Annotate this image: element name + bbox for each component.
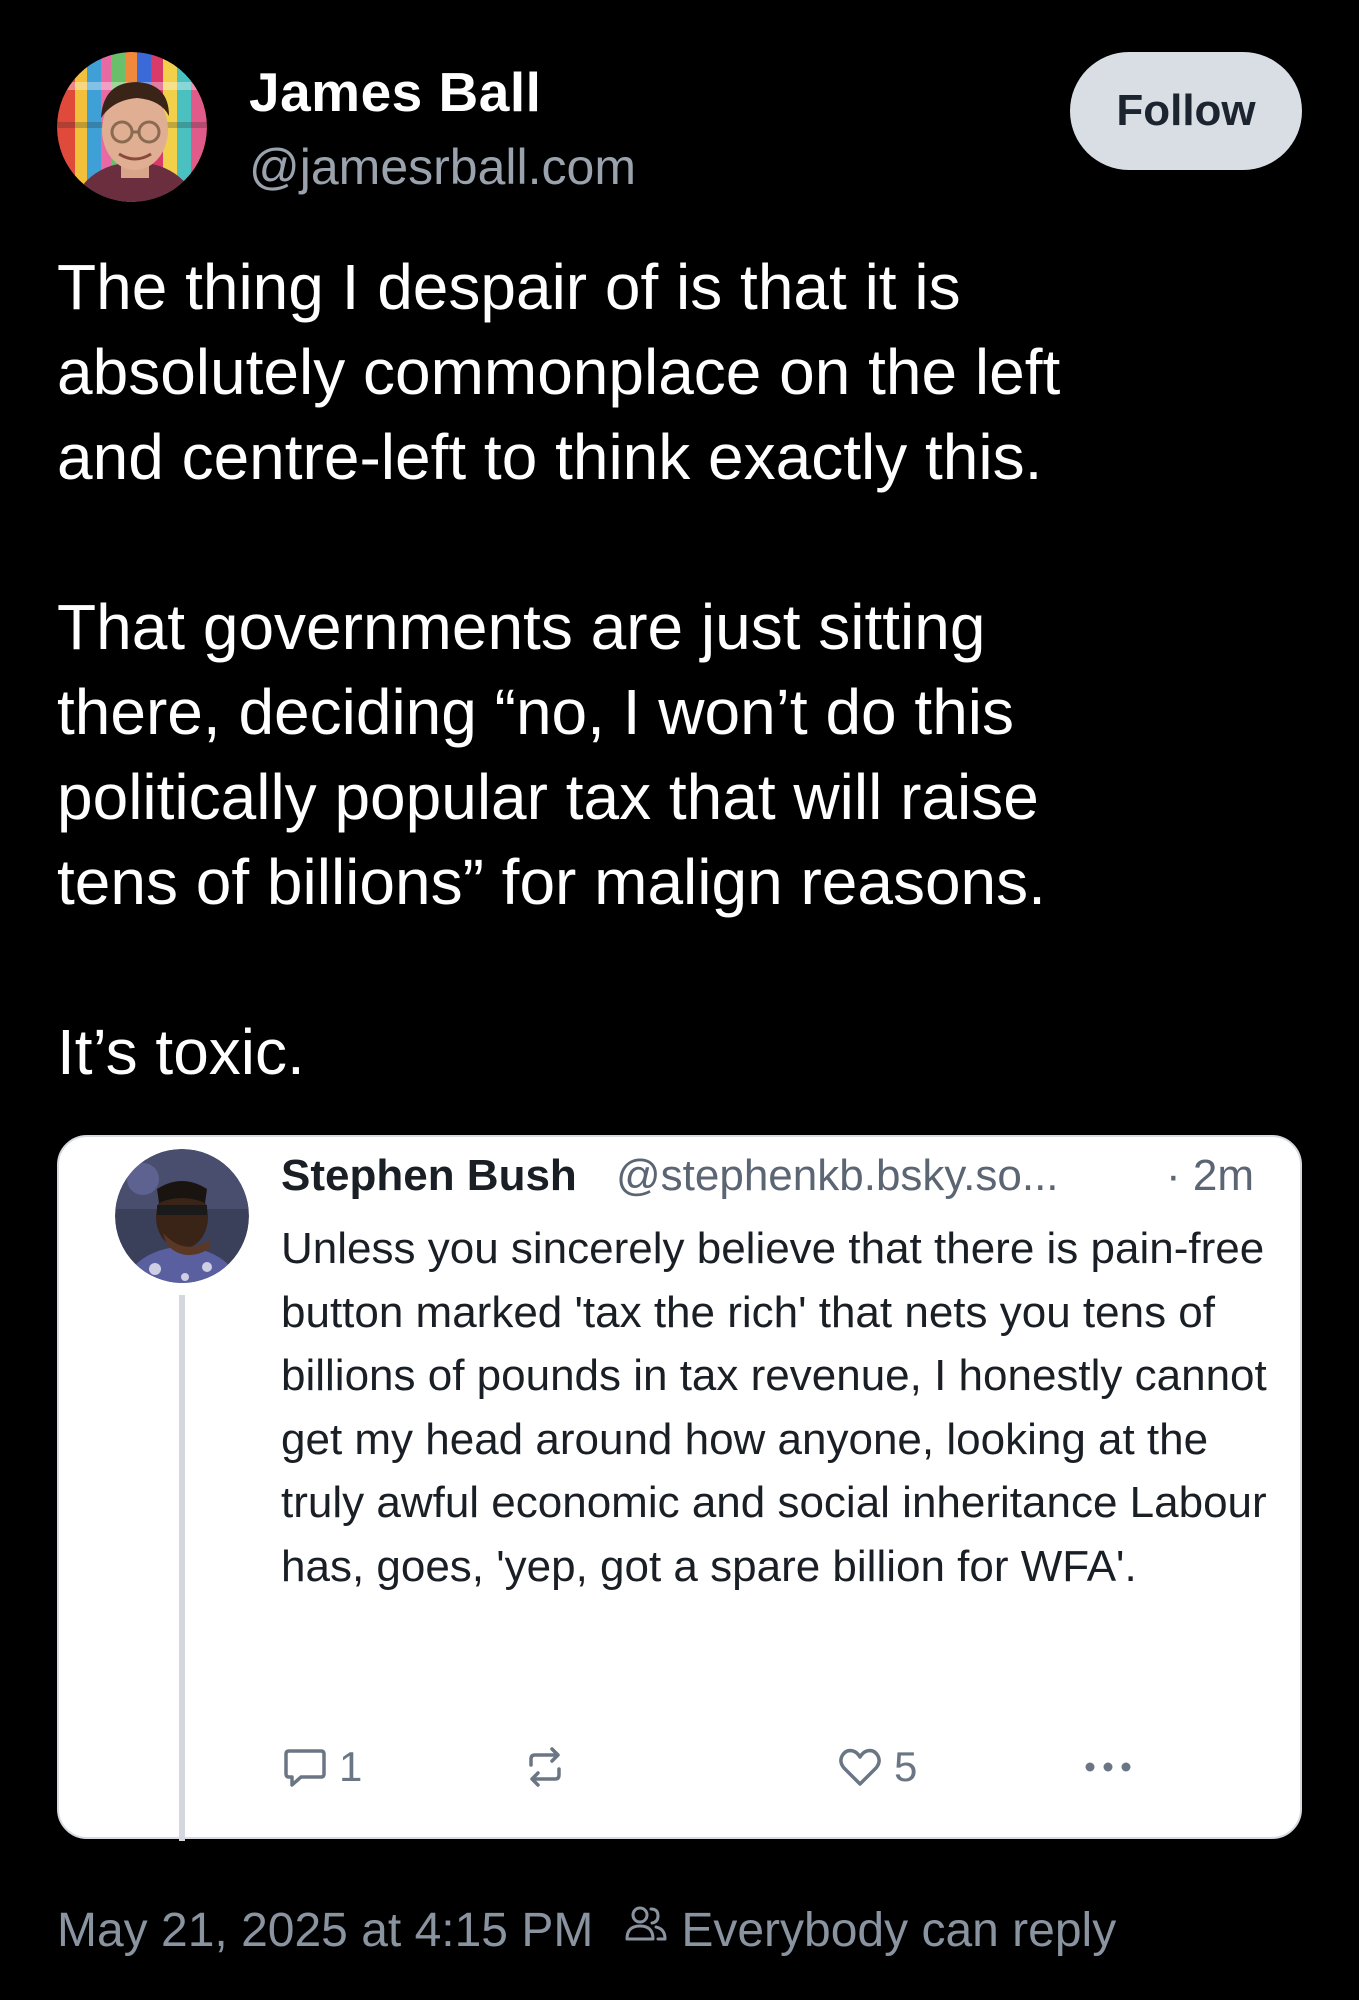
- reply-button[interactable]: 1: [281, 1737, 362, 1797]
- quoted-post-actions: 1 5: [281, 1737, 1161, 1797]
- author-avatar[interactable]: [57, 52, 207, 202]
- reply-setting-label: Everybody can reply: [681, 1903, 1117, 1957]
- quoted-post-text: Unless you sincerely believe that there …: [281, 1224, 1267, 1591]
- post-text: The thing I despair of is that it is abs…: [57, 245, 1307, 1095]
- author-name[interactable]: James Ball: [249, 60, 541, 124]
- post-footer: May 21, 2025 at 4:15 PM Everybody can re…: [57, 1900, 1116, 1960]
- repost-button[interactable]: [521, 1737, 569, 1797]
- more-options-button[interactable]: [1081, 1737, 1135, 1797]
- reply-setting[interactable]: Everybody can reply: [623, 1901, 1116, 1959]
- quoted-author-name[interactable]: Stephen Bush: [281, 1151, 577, 1201]
- quoted-author-handle[interactable]: @stephenkb.bsky.so...: [616, 1151, 1059, 1201]
- speech-bubble-icon: [281, 1743, 329, 1791]
- thread-line: [179, 1295, 185, 1841]
- like-button[interactable]: 5: [836, 1737, 917, 1797]
- post-header: James Ball @jamesrball.com Follow: [57, 52, 1302, 202]
- people-icon: [623, 1901, 681, 1959]
- post-paragraph: It’s toxic.: [57, 1016, 305, 1088]
- quoted-post-time: · 2m: [1166, 1151, 1254, 1200]
- quoted-post-header: Stephen Bush @stephenkb.bsky.so... · 2m: [281, 1151, 1260, 1211]
- more-dots-icon: [1081, 1757, 1135, 1777]
- repost-arrows-icon: [521, 1743, 569, 1791]
- reply-count: 1: [339, 1743, 363, 1790]
- author-handle[interactable]: @jamesrball.com: [249, 138, 636, 196]
- post-paragraph: The thing I despair of is that it is abs…: [57, 251, 1061, 493]
- heart-icon: [836, 1743, 884, 1791]
- like-count: 5: [894, 1743, 918, 1790]
- follow-button[interactable]: Follow: [1070, 52, 1302, 170]
- quoted-author-avatar[interactable]: [115, 1149, 249, 1283]
- quoted-post-card[interactable]: Stephen Bush @stephenkb.bsky.so... · 2m …: [57, 1135, 1302, 1841]
- post-paragraph: That governments are just sitting there,…: [57, 591, 1046, 918]
- post-timestamp: May 21, 2025 at 4:15 PM: [57, 1903, 594, 1957]
